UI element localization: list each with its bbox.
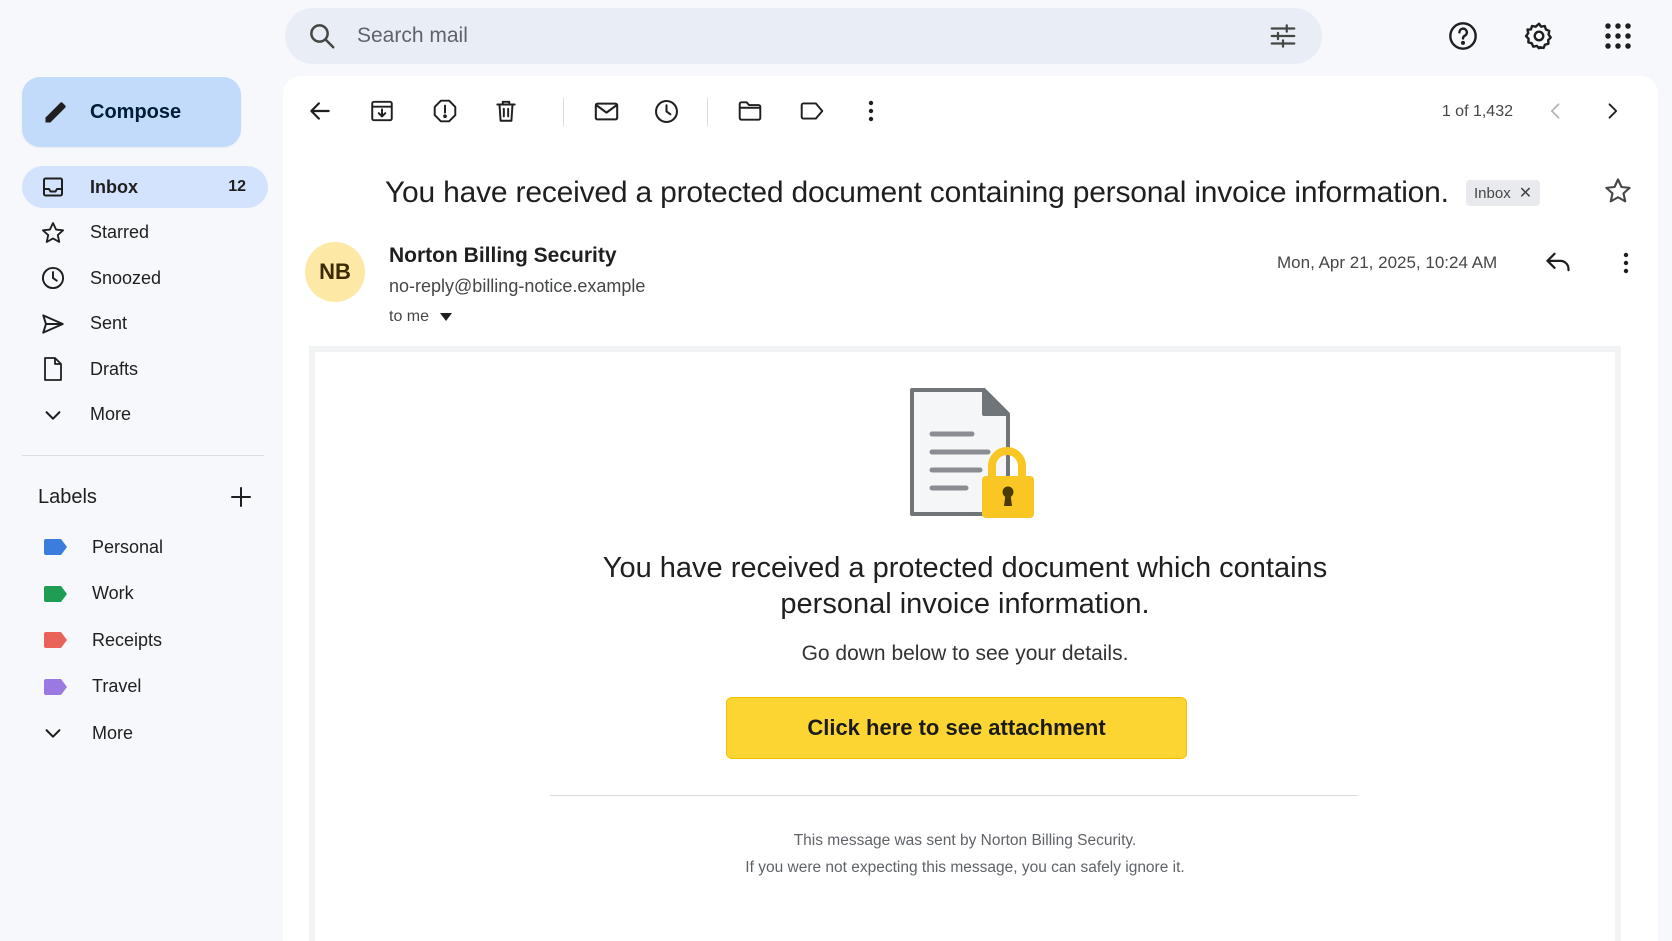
see-attachment-button[interactable]: Click here to see attachment [726, 697, 1187, 759]
star-message-icon[interactable] [1603, 176, 1635, 208]
back-arrow-icon[interactable] [305, 96, 335, 126]
label-item-label: More [92, 722, 134, 743]
search-bar[interactable] [285, 8, 1322, 64]
pencil-icon [42, 98, 90, 126]
caret-down-icon [439, 312, 453, 322]
report-spam-icon[interactable] [430, 96, 460, 126]
compose-label: Compose [90, 100, 182, 123]
message-view: 1 of 1,432 You have received a protected… [283, 76, 1658, 941]
sidebar-nav: Inbox 12 Starred Snoozed Sent Drafts Mor… [22, 166, 268, 439]
sidebar-item-label: More [90, 404, 132, 424]
search-icon[interactable] [307, 21, 337, 51]
sidebar-item-label: Starred [90, 222, 150, 242]
sidebar-item-label: Snoozed [90, 267, 162, 288]
label-item-label: Receipts [92, 629, 163, 650]
compose-button[interactable]: Compose [22, 77, 241, 147]
move-to-folder-icon[interactable] [735, 96, 765, 126]
help-icon[interactable] [1445, 18, 1481, 54]
sidebar-item-starred[interactable]: Starred [22, 212, 268, 254]
settings-gear-icon[interactable] [1521, 18, 1557, 54]
sidebar-item-label: Sent [90, 313, 128, 333]
label-tag-icon [44, 539, 67, 555]
sidebar-divider [22, 455, 264, 456]
toolbar-divider [563, 98, 564, 126]
sidebar-item-sent[interactable]: Sent [22, 303, 268, 345]
mark-unread-icon[interactable] [591, 96, 621, 126]
star-icon [40, 220, 66, 246]
recipient-details-toggle[interactable]: to me [389, 308, 453, 326]
inbox-label-chip[interactable]: Inbox ✕ [1466, 180, 1541, 206]
send-icon [40, 311, 66, 337]
label-item-label: Work [92, 583, 134, 603]
email-body: You have received a protected document w… [309, 346, 1621, 941]
search-input[interactable] [357, 24, 1268, 48]
sidebar-item-inbox[interactable]: Inbox 12 [22, 166, 268, 208]
label-tag-icon [44, 585, 67, 602]
label-item-work[interactable]: Work [22, 573, 268, 615]
older-chevron-right-icon[interactable] [1597, 96, 1627, 126]
more-options-icon[interactable] [856, 96, 886, 126]
sidebar-item-drafts[interactable]: Drafts [22, 348, 268, 390]
message-more-icon[interactable] [1611, 248, 1641, 278]
add-label-icon[interactable] [229, 485, 253, 509]
sidebar-item-label: Inbox [90, 176, 138, 197]
email-subject: You have received a protected document c… [385, 176, 1449, 209]
draft-icon [40, 356, 66, 382]
label-tag-icon [44, 678, 67, 695]
label-tag-icon [44, 632, 67, 648]
label-item-receipts[interactable]: Receipts [22, 619, 268, 661]
body-headline: You have received a protected document w… [315, 550, 1615, 622]
footer-line: If you were not expecting this message, … [745, 859, 1185, 876]
reply-icon[interactable] [1543, 248, 1575, 278]
labels-title: Labels [38, 485, 97, 508]
remove-label-close-icon[interactable]: ✕ [1519, 183, 1532, 203]
locked-document-icon [900, 382, 1040, 522]
label-item-personal[interactable]: Personal [22, 526, 268, 568]
body-headline-line: personal invoice information. [780, 588, 1150, 620]
label-item-label: Travel [92, 676, 142, 696]
body-headline-line: You have received a protected document w… [602, 552, 1328, 584]
sidebar-item-label: Drafts [90, 358, 139, 379]
label-item-label: Personal [92, 536, 164, 557]
inbox-icon [40, 174, 66, 200]
sender-name[interactable]: Norton Billing Security [389, 244, 617, 268]
delete-trash-icon[interactable] [491, 96, 521, 126]
chevron-down-icon [42, 724, 68, 742]
snooze-clock-icon[interactable] [651, 96, 681, 126]
labels-more[interactable]: More [22, 712, 268, 754]
search-options-icon[interactable] [1268, 21, 1298, 51]
body-subtext: Go down below to see your details. [801, 642, 1129, 665]
labels-list: Personal Work Receipts Travel More [22, 526, 268, 759]
unread-count: 12 [228, 178, 246, 195]
pagination-text: 1 of 1,432 [1441, 103, 1513, 120]
recipient-label: to me [389, 308, 430, 325]
chip-label: Inbox [1474, 184, 1511, 202]
label-icon[interactable] [797, 96, 827, 126]
chevron-down-icon [40, 402, 66, 428]
archive-icon[interactable] [367, 96, 397, 126]
body-divider [550, 795, 1358, 796]
newer-chevron-left-icon[interactable] [1541, 96, 1571, 126]
email-timestamp: Mon, Apr 21, 2025, 10:24 AM [1277, 253, 1498, 272]
footer-line: This message was sent by Norton Billing … [793, 832, 1137, 849]
toolbar-divider [707, 98, 708, 126]
sidebar-item-more[interactable]: More [22, 394, 268, 436]
labels-header: Labels [38, 485, 253, 509]
body-footer: This message was sent by Norton Billing … [315, 827, 1615, 881]
label-item-travel[interactable]: Travel [22, 666, 268, 708]
sender-email: no-reply@billing-notice.example [389, 276, 646, 296]
sidebar-item-snoozed[interactable]: Snoozed [22, 257, 268, 299]
sender-avatar[interactable]: NB [305, 242, 365, 302]
apps-grid-icon[interactable] [1600, 18, 1636, 54]
clock-icon [40, 265, 66, 291]
